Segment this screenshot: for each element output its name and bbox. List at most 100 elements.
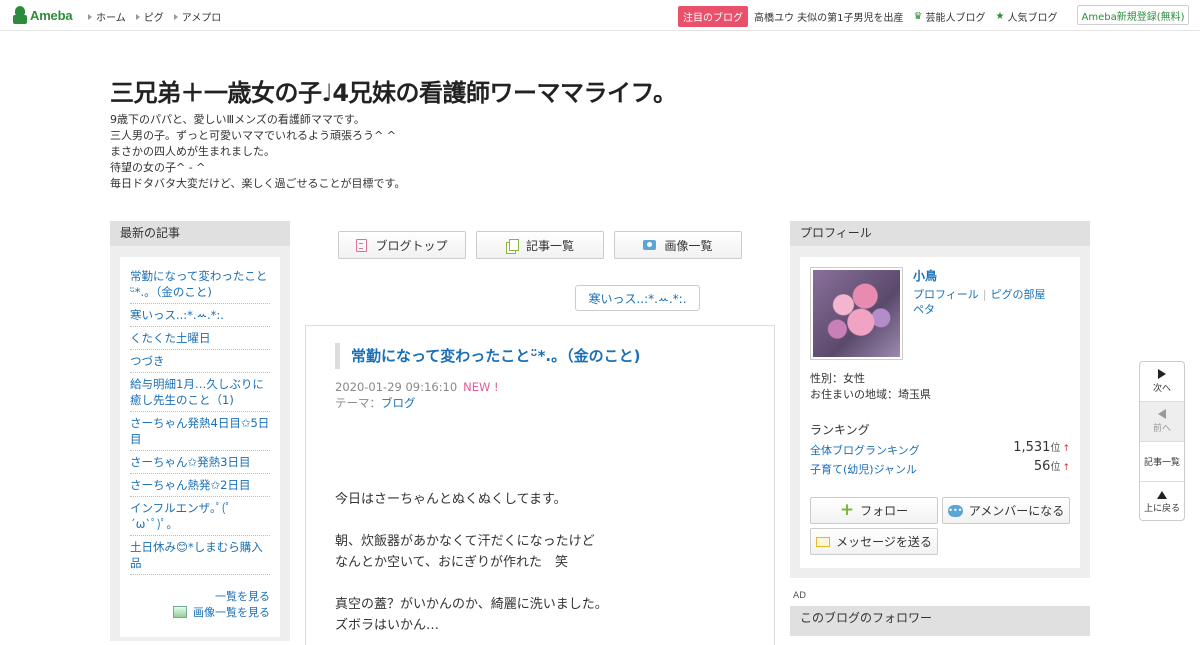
next-button[interactable]: 次へ [1140,362,1184,402]
body-line: 真空の蓋？がいかんのか、綺麗に洗いました。 [335,597,608,612]
description-line: 毎日ドタバタ大変だけど、楽しく過ごせることが目標です。 [110,177,406,190]
list-item[interactable]: 土日休み😊*しまむら購入品 [130,536,270,575]
list-item[interactable]: 寒いっス..:*.ꕀ.*:. [130,304,270,327]
profile-panel: プロフィール 小鳥 プロフィール | ピグの部屋 ペタ 性別：女性 お住まいの地域：… [790,221,1090,578]
triangle-right-icon [173,13,178,20]
latest-entries-heading: 最新の記事 [110,221,290,246]
arrow-up-icon: ↑ [1062,463,1070,473]
body-line: なんとか空いて、おにぎりが作れた 笑 [335,555,568,570]
list-item[interactable]: 常勤になって変わったことᵕ̈*.。（金のこと) [130,265,270,304]
popular-blog-link[interactable]: ★ 人気ブログ [996,9,1058,24]
entry-list: 常勤になって変わったことᵕ̈*.。（金のこと) 寒いっス..:*.ꕀ.*:. く… [130,265,270,575]
new-badge: NEW ! [463,380,499,394]
back-to-top-button[interactable]: 上に戻る [1140,482,1184,522]
gender-text: 性別：女性 [810,372,865,385]
pickup-badge: 注目のブログ [678,6,748,27]
chat-bubble-icon: ••• [947,504,963,517]
body-line: 朝、炊飯器があかなくて汗だくになったけど [335,534,595,549]
theme-link[interactable]: ブログ [381,396,416,410]
triangle-right-icon [135,13,140,20]
arrow-up-icon: ↑ [1062,444,1070,454]
theme-label: テーマ： [335,396,381,410]
description-line: 待望の女の子^ - ^ [110,161,206,174]
list-item[interactable]: さーちゃん熱発✩2日目 [130,474,270,497]
latest-entries-panel: 最新の記事 常勤になって変わったことᵕ̈*.。（金のこと) 寒いっス..:*.ꕀ… [110,221,290,641]
image-list-button[interactable]: 画像一覧 [614,231,742,259]
ranking-row-overall: 全体ブログランキング 1,531位 ↑ [810,440,1070,458]
pig-room-link[interactable]: ピグの部屋 [991,288,1046,301]
avatar[interactable] [810,267,903,360]
document-icon [356,238,368,252]
latest-entries-box: 常勤になって変わったことᵕ̈*.。（金のこと) 寒いっス..:*.ꕀ.*:. く… [120,257,280,637]
celebrity-blog-link[interactable]: ♛ 芸能人ブログ [914,9,986,24]
article-meta: 2020-01-29 09:16:10 NEW ! テーマ：ブログ [335,379,499,411]
follow-button[interactable]: + フォロー [810,497,938,524]
list-item[interactable]: 給与明細1月…久しぶりに癒し先生のこと（1) [130,373,270,412]
triangle-right-icon [88,13,92,20]
top-nav-home[interactable]: ホーム [88,9,126,24]
profile-link[interactable]: プロフィール [913,288,979,301]
prev-button[interactable]: 前へ [1140,402,1184,442]
article-title[interactable]: 常勤になって変わったことᵕ̈*.。（金のこと) [335,343,640,369]
list-item[interactable]: さーちゃん✩発熱3日目 [130,451,270,474]
top-nav-pigg[interactable]: ピグ [135,9,164,24]
body-line: 今日はさーちゃんとぬくぬくしてます。 [335,492,567,507]
top-nav: ホーム ピグ アメプロ [88,9,221,24]
profile-name[interactable]: 小鳥 [913,267,937,284]
profile-links: プロフィール | ピグの部屋 ペタ [913,287,1073,317]
ranking-row-genre: 子育て(幼児)ジャンル 56位 ↑ [810,459,1070,477]
camera-icon [643,240,657,250]
ranking-value: 1,531位 ↑ [1013,440,1070,455]
peta-link[interactable]: ペタ [913,303,935,316]
blog-top-button[interactable]: ブログトップ [338,231,466,259]
ameba-logo-icon [13,6,27,24]
article-date: 2020-01-29 09:16:10 [335,380,458,394]
send-message-button[interactable]: メッセージを送る [810,528,938,555]
pages-icon [505,238,519,254]
list-item[interactable]: インフルエンザ｡ﾟ(ﾟ´ω`ﾟ)ﾟ｡ [130,497,270,536]
list-item[interactable]: さーちゃん発熱4日目✩5日目 [130,412,270,451]
list-item[interactable]: つづき [130,350,270,373]
envelope-icon [816,536,831,547]
top-bar: Ameba ホーム ピグ アメプロ 注目のブログ 高橋ユウ 夫似の第1子男児を出… [0,0,1200,31]
ranking-label[interactable]: 子育て(幼児)ジャンル [810,463,917,476]
ameba-logo-text: Ameba [30,7,73,23]
see-image-list-link[interactable]: 画像一覧を見る [193,606,270,619]
ad-label: AD [793,591,807,601]
triangle-left-icon [1158,409,1166,419]
area-text: お住まいの地域：埼玉県 [810,388,931,401]
triangle-up-icon [1157,490,1167,499]
previous-entry-link[interactable]: 寒いっス..:*.ꕀ.*:. [575,285,700,311]
ranking-label[interactable]: 全体ブログランキング [810,444,920,457]
blog-title[interactable]: 三兄弟＋一歳女の子♩4兄妹の看護師ワーママライフ。 [110,73,677,108]
top-right-links: 注目のブログ 高橋ユウ 夫似の第1子男児を出産 ♛ 芸能人ブログ ★ 人気ブログ [678,6,1067,27]
ranking-value: 56位 ↑ [1033,459,1070,474]
profile-info: 性別：女性 お住まいの地域：埼玉県 [810,371,931,403]
article-body: 今日はさーちゃんとぬくぬくしてます。 朝、炊飯器があかなくて汗だくになったけど … [335,489,755,636]
description-line: 9歳下のパパと、愛しいⅢメンズの看護師ママです。 [110,113,365,126]
body-line: ズボラはいかん… [335,618,440,633]
list-item[interactable]: くたくた土曜日 [130,327,270,350]
description-line: まさかの四人めが生まれました。 [110,145,275,158]
entry-list-side-button[interactable]: 記事一覧 [1140,442,1184,482]
description-line: 三人男の子。ずっと可愛いママでいれるよう頑張ろう^ ^ [110,129,396,142]
entry-list-button[interactable]: 記事一覧 [476,231,604,259]
pickup-link[interactable]: 高橋ユウ 夫似の第1子男児を出産 [754,9,904,24]
see-list-link[interactable]: 一覧を見る [215,590,270,603]
image-list-icon [173,606,187,618]
avatar-image [813,270,900,357]
top-nav-amepro[interactable]: アメプロ [173,9,221,24]
ameba-logo[interactable]: Ameba [13,6,73,24]
profile-heading: プロフィール [790,221,1090,246]
article: 常勤になって変わったことᵕ̈*.。（金のこと) 2020-01-29 09:16… [305,325,775,645]
list-links: 一覧を見る 画像一覧を見る [130,589,270,621]
signup-button[interactable]: Ameba新規登録(無料) [1077,5,1189,25]
side-nav: 次へ 前へ 記事一覧 上に戻る [1139,361,1185,521]
ranking-title: ランキング [810,423,870,437]
crown-icon: ♛ [913,11,923,22]
amember-button[interactable]: ••• アメンバーになる [942,497,1070,524]
triangle-right-icon [1158,369,1166,379]
separator: | [982,288,987,301]
